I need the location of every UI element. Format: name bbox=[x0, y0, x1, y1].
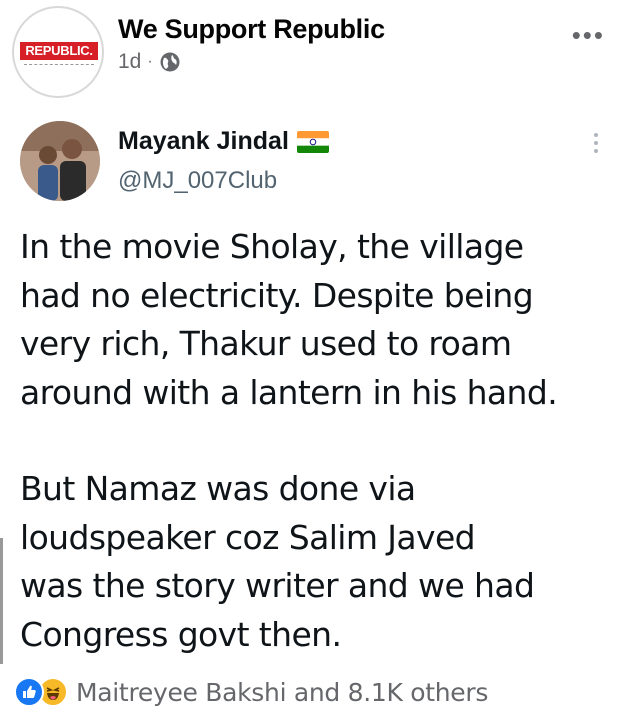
reactions-bar[interactable]: Maitreyee Bakshi and 8.1K others bbox=[14, 676, 488, 708]
post-time[interactable]: 1d bbox=[118, 50, 141, 74]
globe-icon bbox=[159, 51, 181, 73]
edge-divider bbox=[0, 538, 3, 664]
republic-logo: REPUBLIC. bbox=[20, 42, 98, 60]
tweet-more-icon[interactable] bbox=[593, 133, 599, 157]
tweet-handle[interactable]: @MJ_007Club bbox=[118, 167, 277, 195]
tweet-paragraph: In the movie Sholay, the village had no … bbox=[20, 227, 558, 412]
india-flag-icon bbox=[296, 130, 329, 153]
like-icon bbox=[14, 677, 44, 707]
page-name[interactable]: We Support Republic bbox=[118, 14, 385, 45]
user-name-text: Mayank Jindal bbox=[118, 127, 289, 155]
tweet-card: Mayank Jindal @MJ_007Club In the movie S… bbox=[0, 105, 623, 670]
logo-underline bbox=[24, 64, 94, 67]
tweet-text: In the movie Sholay, the village had no … bbox=[20, 223, 610, 659]
meta-separator: · bbox=[147, 53, 153, 70]
reactions-summary[interactable]: Maitreyee Bakshi and 8.1K others bbox=[76, 678, 488, 707]
more-horizontal-icon[interactable]: ••• bbox=[572, 22, 605, 48]
page-avatar[interactable]: REPUBLIC. bbox=[12, 6, 104, 98]
avatar[interactable] bbox=[20, 121, 100, 201]
post-meta: 1d · bbox=[118, 50, 181, 74]
tweet-user-name[interactable]: Mayank Jindal bbox=[118, 127, 329, 156]
tweet-paragraph: But Namaz was done via loudspeaker coz S… bbox=[20, 469, 535, 654]
post-header: REPUBLIC. We Support Republic 1d · ••• bbox=[0, 0, 623, 105]
